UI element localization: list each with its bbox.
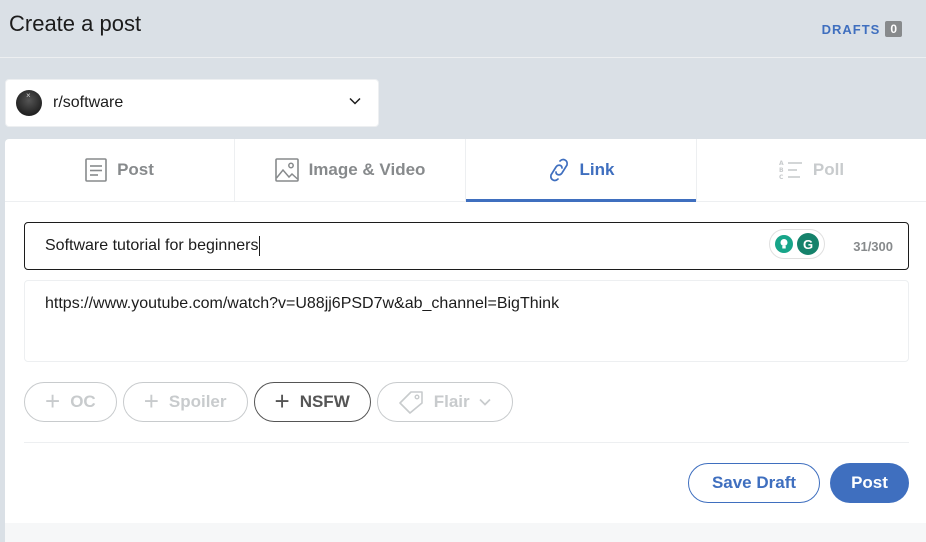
- chevron-down-icon: [348, 94, 362, 113]
- plus-icon: +: [45, 386, 61, 416]
- lightbulb-icon[interactable]: [775, 235, 793, 253]
- grammarly-icon[interactable]: G: [797, 233, 819, 255]
- tab-image-video[interactable]: Image & Video: [235, 139, 466, 201]
- plus-icon: +: [274, 386, 290, 416]
- tab-image-video-label: Image & Video: [308, 160, 426, 179]
- save-draft-button[interactable]: Save Draft: [688, 463, 820, 503]
- link-icon: [548, 157, 570, 183]
- nsfw-tag-label: NSFW: [299, 392, 350, 411]
- divider: [24, 442, 909, 443]
- tab-link[interactable]: Link: [466, 139, 697, 202]
- post-type-tabs: Post Image & Video Link ABC Poll: [5, 139, 926, 202]
- document-icon: [85, 158, 107, 182]
- nsfw-tag-button[interactable]: + NSFW: [253, 382, 371, 422]
- community-avatar: [16, 90, 42, 116]
- page-title: Create a post: [9, 11, 142, 36]
- chevron-down-icon: [478, 395, 492, 409]
- flair-tag-button[interactable]: Flair: [376, 382, 513, 422]
- post-button[interactable]: Post: [830, 463, 909, 503]
- post-editor-card: Post Image & Video Link ABC Poll Softwar…: [5, 139, 926, 523]
- drafts-label: DRAFTS: [821, 21, 881, 37]
- poll-icon: ABC: [779, 159, 803, 181]
- text-caret: [259, 236, 261, 256]
- tab-poll[interactable]: ABC Poll: [697, 139, 926, 201]
- tab-post[interactable]: Post: [5, 139, 235, 201]
- svg-text:A: A: [779, 160, 784, 167]
- community-selector[interactable]: r/software: [5, 79, 379, 127]
- tag-icon: [398, 390, 424, 414]
- url-input[interactable]: https://www.youtube.com/watch?v=U88jj6PS…: [24, 280, 909, 362]
- grammarly-widget[interactable]: G: [769, 229, 825, 259]
- tab-poll-label: Poll: [812, 160, 845, 179]
- spoiler-tag-button[interactable]: + Spoiler: [122, 382, 248, 422]
- page-header: Create a post DRAFTS 0: [0, 0, 926, 58]
- tab-post-label: Post: [117, 160, 154, 179]
- post-tag-row: + OC + Spoiler + NSFW Flair: [24, 382, 513, 422]
- title-input-value: Software tutorial for beginners: [45, 237, 259, 254]
- oc-tag-button[interactable]: + OC: [24, 382, 117, 422]
- plus-icon: +: [143, 386, 159, 416]
- flair-tag-label: Flair: [433, 392, 470, 411]
- tab-link-label: Link: [579, 160, 615, 179]
- card-footer-strip: [5, 523, 926, 542]
- community-name: r/software: [53, 94, 124, 111]
- svg-text:B: B: [779, 167, 784, 174]
- oc-tag-label: OC: [70, 392, 96, 411]
- title-input[interactable]: Software tutorial for beginners G 31/300: [24, 222, 909, 270]
- spoiler-tag-label: Spoiler: [168, 392, 227, 411]
- image-icon: [274, 158, 299, 182]
- drafts-button[interactable]: DRAFTS 0: [822, 21, 902, 37]
- drafts-count-badge: 0: [885, 21, 902, 37]
- svg-text:C: C: [779, 174, 784, 181]
- title-char-count: 31/300: [853, 239, 893, 254]
